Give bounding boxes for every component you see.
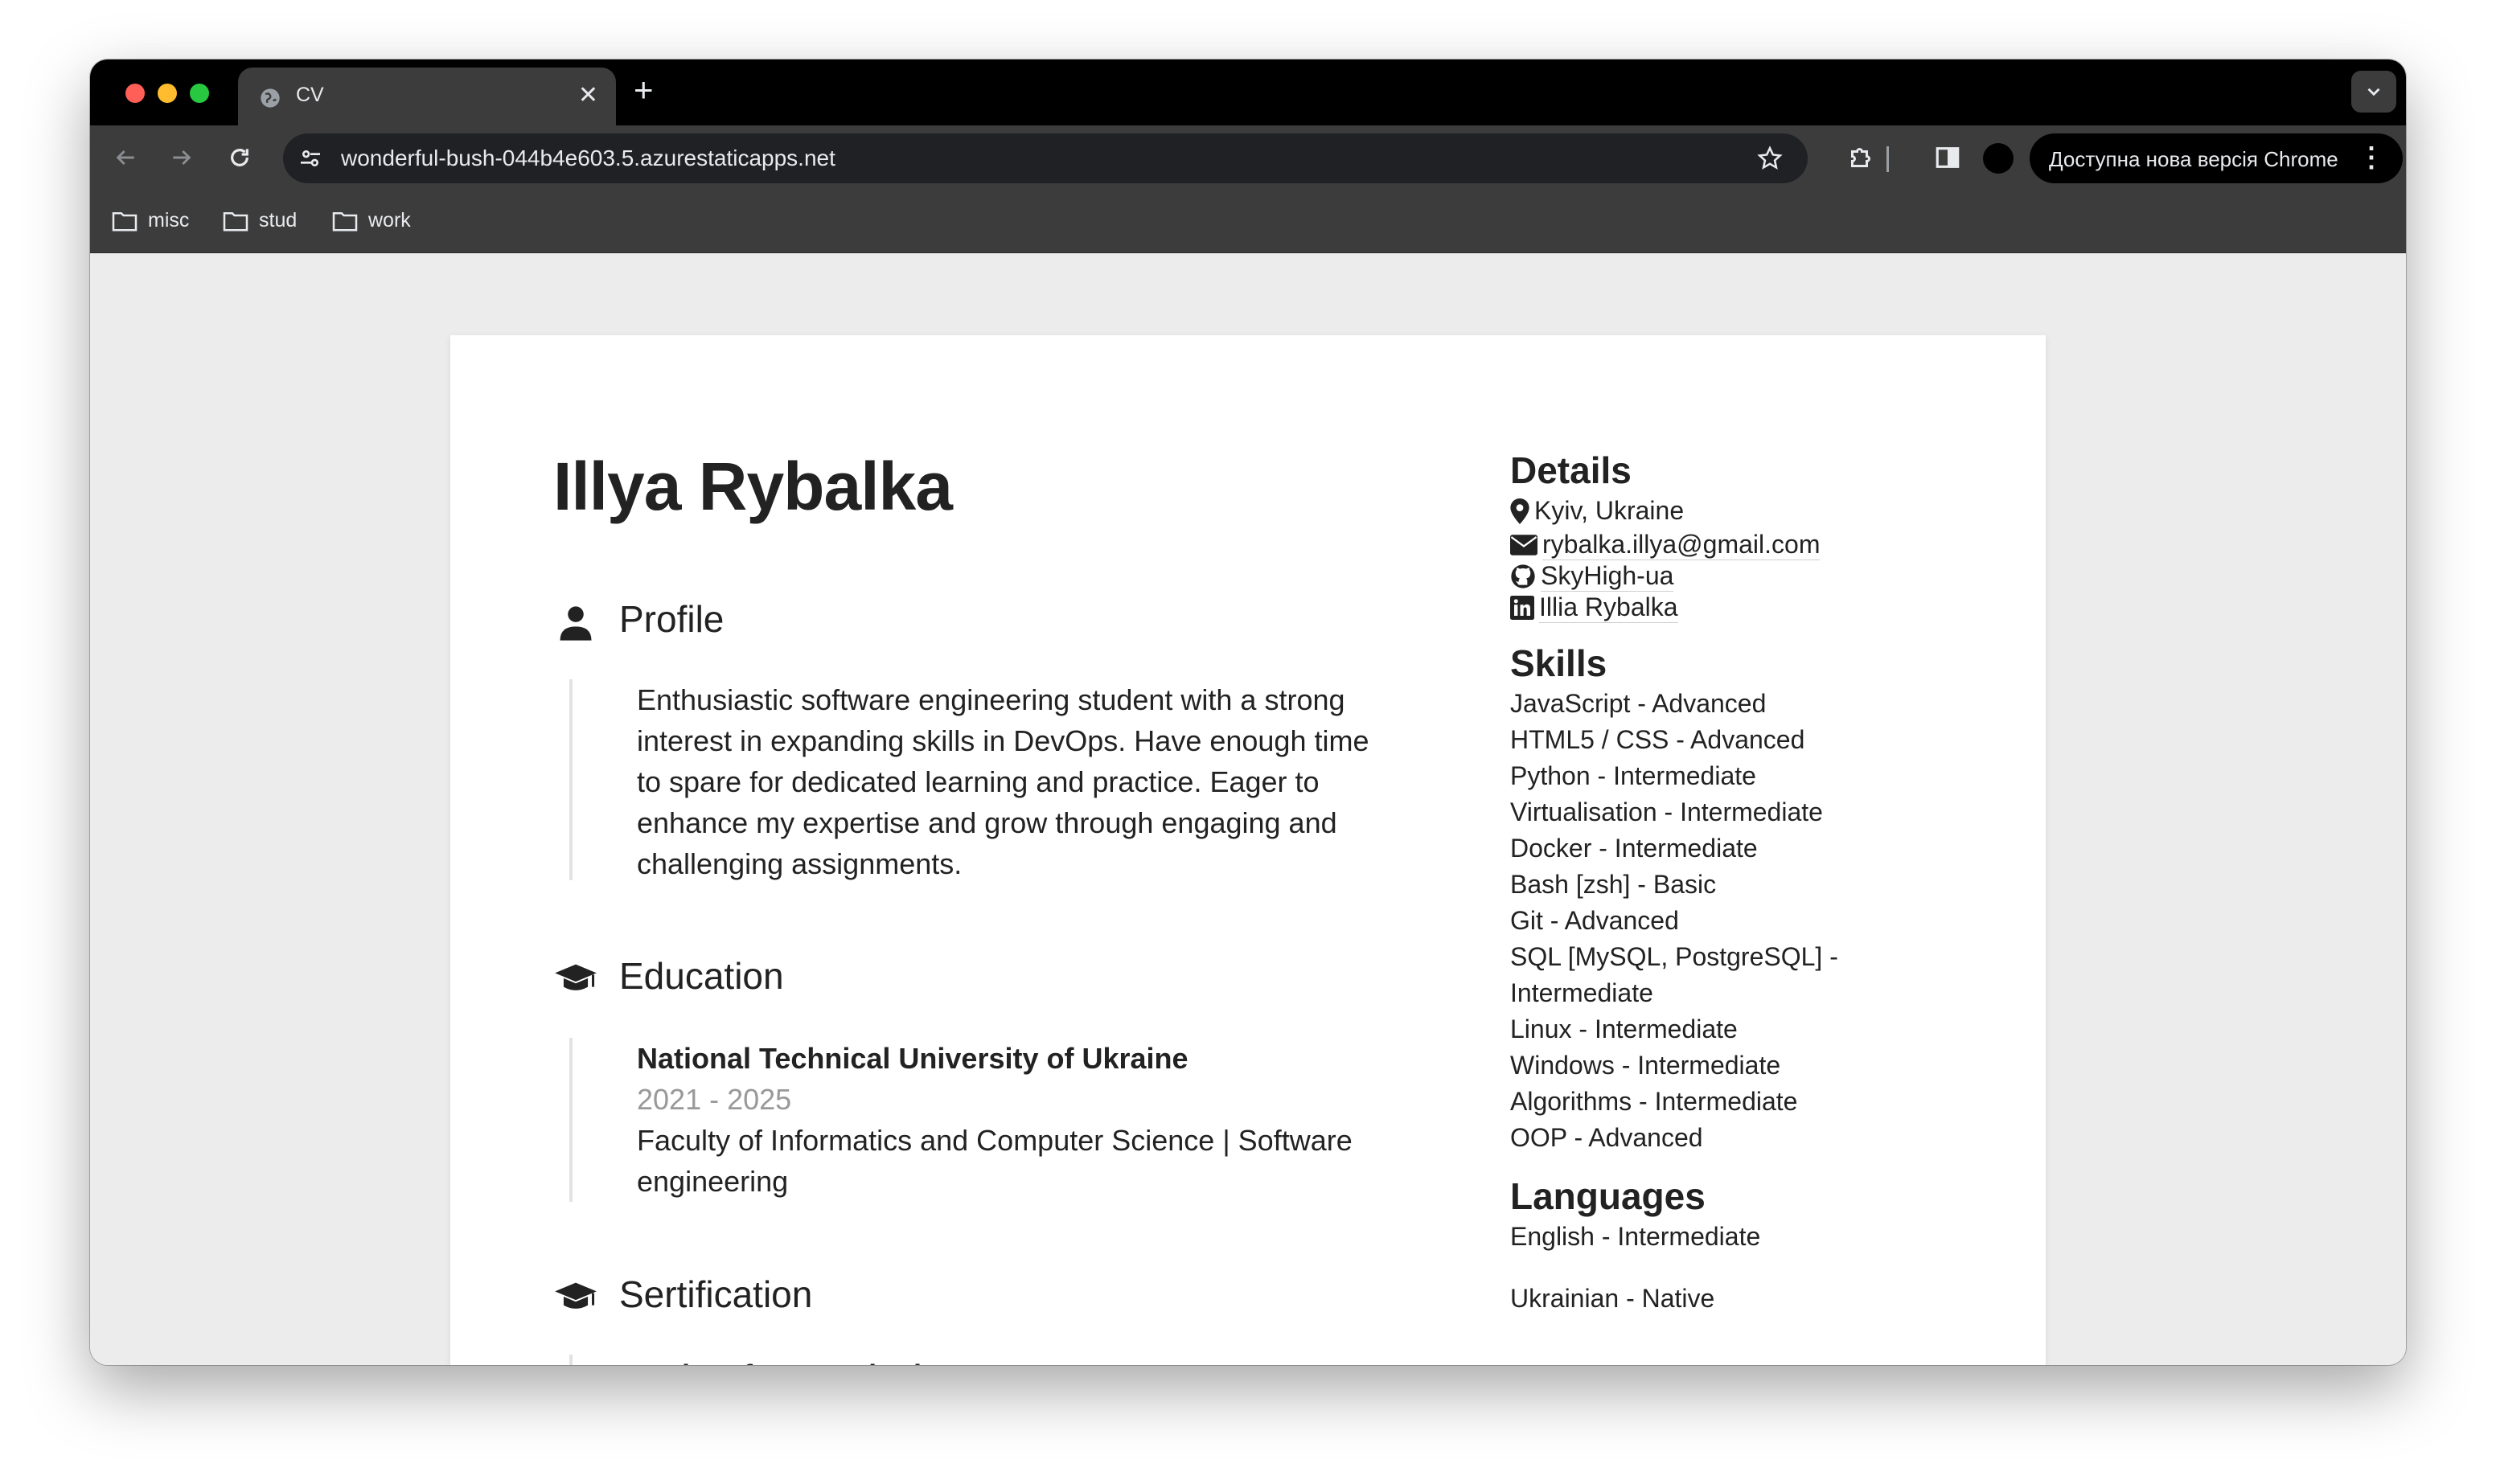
skill-item: HTML5 / CSS - Advanced [1510, 725, 1805, 754]
tab-strip: CV ✕ + [90, 59, 2406, 125]
toolbar-divider [1886, 146, 1889, 172]
bookmark-folder-work[interactable]: work [331, 209, 411, 232]
page-viewport[interactable]: Illya Rybalka Profile Enthusiastic softw… [90, 253, 2406, 1365]
cv-paper: Illya Rybalka Profile Enthusiastic softw… [450, 335, 2046, 1365]
browser-window: CV ✕ + wonderful-bush-044b4e603.5.azures… [90, 59, 2406, 1365]
star-icon[interactable] [1756, 145, 1784, 172]
envelope-icon [1510, 534, 1537, 555]
bookmarks-bar: misc stud work [90, 190, 2406, 253]
user-icon [560, 606, 592, 641]
github-row: SkyHigh-ua [1510, 560, 1960, 592]
folder-icon [223, 211, 248, 231]
certification-item: Python for Everybody [637, 1355, 1396, 1365]
skill-item: Docker - Intermediate [1510, 834, 1758, 863]
address-bar[interactable]: wonderful-bush-044b4e603.5.azurestaticap… [283, 133, 1808, 183]
puzzle-icon [1851, 148, 1870, 167]
bookmark-folder-stud[interactable]: stud [222, 209, 297, 232]
tab-close-icon[interactable]: ✕ [578, 82, 598, 109]
education-school: National Technical University of Ukraine [637, 1042, 1188, 1075]
chrome-update-button[interactable]: Доступна нова версія Chrome ⋮ [2030, 133, 2403, 183]
more-menu-icon[interactable]: ⋮ [2358, 143, 2385, 172]
education-section: National Technical University of Ukraine… [569, 1038, 1396, 1202]
update-label: Доступна нова версія Chrome [2049, 147, 2338, 171]
reload-icon [231, 149, 248, 166]
tab-cv[interactable]: CV ✕ [238, 68, 616, 125]
skills-heading: Skills [1510, 642, 1607, 684]
github-link[interactable]: SkyHigh-ua [1541, 560, 1674, 592]
close-window-button[interactable] [125, 84, 145, 103]
education-heading: Education [619, 955, 784, 997]
education-years: 2021 - 2025 [637, 1083, 792, 1116]
bookmark-label: misc [148, 209, 190, 232]
location-text: Kyiv, Ukraine [1534, 496, 1685, 525]
maximize-window-button[interactable] [190, 84, 209, 103]
language-item: English - Intermediate [1510, 1222, 1761, 1251]
skill-item: Linux - Intermediate [1510, 1015, 1738, 1043]
email-link[interactable]: rybalka.illya@gmail.com [1542, 529, 1821, 560]
reload-button[interactable] [224, 141, 256, 174]
map-marker-icon [1510, 498, 1529, 524]
bookmark-label: work [368, 209, 411, 232]
arrow-left-icon [116, 150, 134, 166]
profile-section: Enthusiastic software engineering studen… [569, 679, 1396, 880]
tab-title: CV [296, 84, 324, 106]
education-faculty: Faculty of Informatics and Computer Scie… [637, 1124, 1353, 1198]
folder-icon [112, 211, 138, 231]
skill-item: Windows - Intermediate [1510, 1051, 1781, 1080]
side-panel-button[interactable] [1932, 141, 1964, 174]
graduation-cap-icon [555, 964, 597, 990]
certification-section: Python for Everybody [569, 1355, 1396, 1365]
back-button[interactable] [109, 141, 142, 174]
url-text[interactable]: wonderful-bush-044b4e603.5.azurestaticap… [341, 146, 835, 171]
profile-text: Enthusiastic software engineering studen… [637, 683, 1369, 880]
skill-item: Bash [zsh] - Basic [1510, 870, 1717, 899]
skill-item: Python - Intermediate [1510, 761, 1756, 790]
location-row: Kyiv, Ukraine [1510, 493, 1960, 529]
extensions-button[interactable] [1845, 141, 1877, 174]
side-panel-icon [1936, 147, 1960, 168]
graduation-cap-icon [555, 1282, 597, 1309]
cv-sidebar: Details Kyiv, Ukraine rybalka.illya@gmai… [1510, 448, 1960, 1317]
languages-heading: Languages [1510, 1175, 1706, 1217]
folder-icon [332, 211, 358, 231]
new-tab-button[interactable]: + [634, 72, 654, 108]
profile-heading: Profile [619, 598, 725, 640]
chevron-down-icon [2367, 88, 2380, 96]
arrow-right-icon [173, 150, 191, 166]
forward-button[interactable] [166, 141, 198, 174]
email-row: rybalka.illya@gmail.com [1510, 529, 1960, 560]
github-icon [1511, 564, 1535, 588]
details-heading: Details [1510, 449, 1632, 491]
bookmark-folder-misc[interactable]: misc [111, 209, 189, 232]
toolbar: wonderful-bush-044b4e603.5.azurestaticap… [90, 125, 2406, 190]
linkedin-link[interactable]: Illia Rybalka [1539, 592, 1678, 623]
certification-heading: Sertification [619, 1273, 813, 1315]
site-info-icon[interactable] [298, 146, 323, 171]
linkedin-icon [1510, 595, 1534, 620]
language-item: Ukrainian - Native [1510, 1284, 1715, 1313]
skill-item: JavaScript - Advanced [1510, 689, 1767, 718]
bookmark-label: stud [259, 209, 298, 232]
profile-avatar[interactable] [1983, 143, 2014, 174]
globe-icon [261, 88, 280, 108]
skill-item: Git - Advanced [1510, 906, 1679, 935]
skill-item: Virtualisation - Intermediate [1510, 797, 1823, 826]
skill-item: OOP - Advanced [1510, 1123, 1703, 1152]
tab-search-button[interactable] [2351, 71, 2396, 113]
page-title: Illya Rybalka [553, 449, 953, 524]
linkedin-row: Illia Rybalka [1510, 592, 1960, 623]
minimize-window-button[interactable] [158, 84, 177, 103]
skill-item: SQL [MySQL, PostgreSQL] - Intermediate [1510, 942, 1838, 1007]
skill-item: Algorithms - Intermediate [1510, 1087, 1798, 1116]
